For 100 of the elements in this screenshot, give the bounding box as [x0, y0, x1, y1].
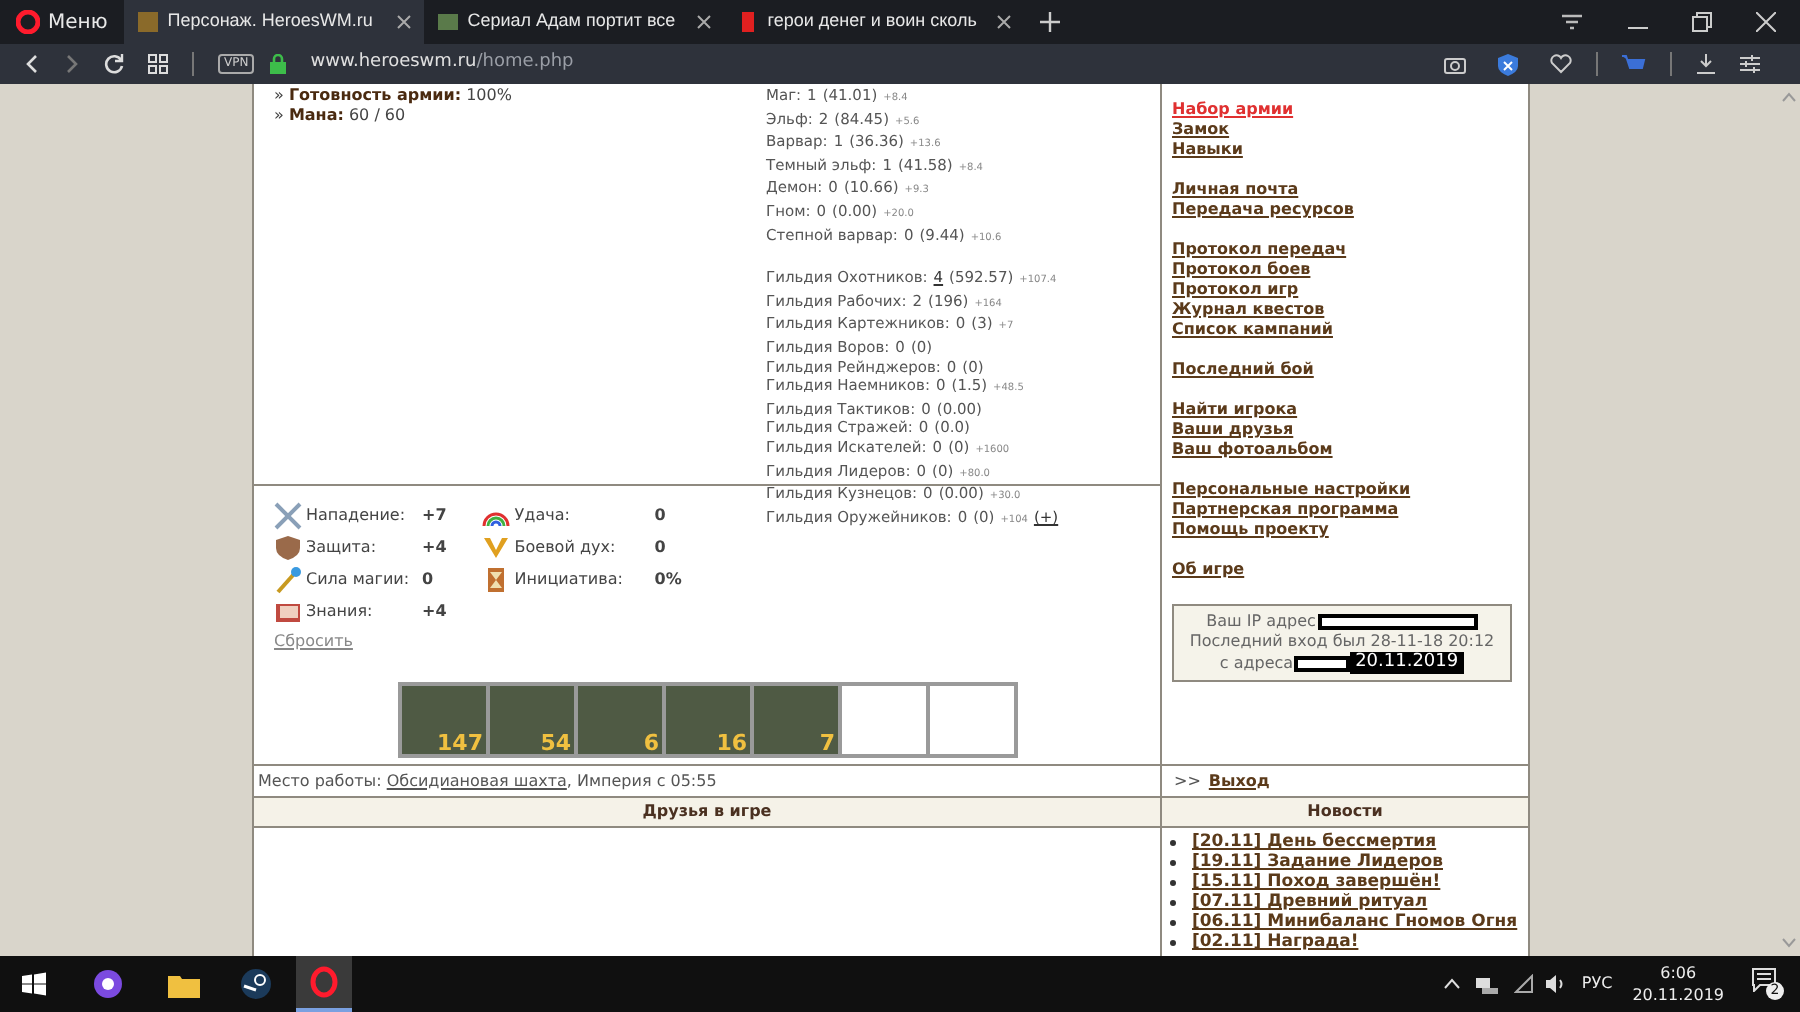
work-info: , Империя с 05:55: [566, 769, 717, 793]
logout-marker: >>: [1174, 769, 1201, 793]
address-field[interactable]: www.heroeswm.ru/home.php: [310, 50, 574, 78]
language-indicator[interactable]: РУС: [1581, 972, 1613, 996]
attribute-label: Сила магии:: [306, 568, 412, 592]
attribute-label: Нападение:: [306, 504, 408, 528]
unit-count: 54: [540, 732, 571, 754]
book-icon: [274, 598, 302, 626]
message-icon: [1752, 968, 1776, 992]
folder-icon[interactable]: [168, 971, 200, 997]
menu-link[interactable]: Найти игрока: [1172, 400, 1298, 420]
news-link[interactable]: [07.11] Древний ритуал: [1192, 892, 1428, 912]
menu-link[interactable]: Список кампаний: [1172, 320, 1333, 340]
date-stamp: 20.11.2019: [1349, 652, 1465, 674]
unit-portrait[interactable]: 6: [577, 686, 661, 754]
news-link[interactable]: [02.11] Награда!: [1192, 932, 1359, 952]
opera-logo-icon: [16, 10, 40, 34]
menu-link[interactable]: Ваш фотоальбом: [1172, 440, 1333, 460]
section-header: Новости: [1162, 798, 1528, 828]
unit-portrait[interactable]: 54: [489, 686, 573, 754]
menu-button[interactable]: Меню: [0, 0, 124, 44]
cart-icon[interactable]: [1622, 54, 1646, 74]
clock-date: 20.11.2019: [1632, 984, 1724, 1006]
stat-line: » Мана: 60 / 60: [274, 106, 408, 126]
taskbar-app-button[interactable]: [296, 956, 352, 1012]
new-tab-icon[interactable]: [1039, 12, 1060, 32]
close-icon[interactable]: [1756, 12, 1776, 32]
menu-link[interactable]: Ваши друзья: [1172, 420, 1294, 440]
reload-icon[interactable]: [104, 54, 124, 74]
menu-link[interactable]: Последний бой: [1172, 360, 1314, 380]
news-link[interactable]: [06.11] Минибаланс Гномов Огня: [1192, 912, 1518, 932]
shield-icon[interactable]: [1498, 53, 1518, 75]
volume-icon[interactable]: [1545, 974, 1566, 994]
redaction-bar: [1293, 655, 1350, 671]
news-link[interactable]: [20.11] День бессмертия: [1192, 832, 1437, 852]
bullet-icon: [1170, 939, 1176, 945]
steam-icon[interactable]: [240, 968, 272, 1000]
unit-portrait[interactable]: 147: [401, 686, 485, 754]
logout-link[interactable]: Выход: [1208, 769, 1270, 793]
assistant-circle-icon[interactable]: [92, 968, 124, 1000]
menu-link[interactable]: Личная почта: [1172, 180, 1299, 200]
unit-portrait[interactable]: 16: [665, 686, 749, 754]
menu-link[interactable]: Протокол боев: [1172, 260, 1311, 280]
bullet-icon: [1170, 879, 1176, 885]
bullet-icon: [1170, 919, 1176, 925]
menu-link[interactable]: Передача ресурсов: [1172, 200, 1354, 220]
chevron-up-icon[interactable]: [1443, 978, 1460, 990]
ip-label: Ваш IP адрес: [1206, 612, 1316, 632]
tab-title: Сериал Адам портит все: [467, 8, 678, 35]
settings-icon[interactable]: [1740, 54, 1760, 74]
tab-favicon-icon: [135, 10, 160, 34]
news-link[interactable]: [15.11] Поход завершён!: [1192, 872, 1441, 892]
windows-logo-icon[interactable]: [22, 972, 46, 996]
unit-count: 6: [643, 732, 659, 754]
last-login-text: Последний вход был 28-11-18 20:12: [1189, 632, 1495, 652]
menu-link[interactable]: Журнал квестов: [1172, 300, 1325, 320]
wand-icon: [274, 566, 302, 594]
attribute-value: 0: [654, 536, 666, 560]
attribute-value: 0: [654, 504, 666, 528]
browser-tab[interactable]: Персонаж. HeroesWM.ru: [123, 0, 424, 44]
menu-link[interactable]: Персональные настройки: [1172, 480, 1411, 500]
close-icon[interactable]: [695, 14, 712, 30]
bullet-icon: [1170, 859, 1176, 865]
reset-link[interactable]: Сбросить: [274, 630, 353, 654]
heart-icon[interactable]: [1550, 54, 1572, 74]
unit-count: 7: [819, 732, 835, 754]
attribute-label: Защита:: [306, 536, 379, 560]
clock[interactable]: 6:06 20.11.2019: [1632, 962, 1724, 1006]
menu-link[interactable]: Навыки: [1172, 140, 1243, 160]
close-icon[interactable]: [395, 14, 412, 30]
tab-title: Персонаж. HeroesWM.ru: [167, 8, 375, 35]
news-link[interactable]: [19.11] Задание Лидеров: [1192, 852, 1443, 872]
menu-link[interactable]: Набор армии: [1172, 100, 1294, 120]
stat-line: » Готовность армии: 100%: [274, 86, 514, 106]
attribute-label: Знания:: [306, 600, 375, 624]
menu-link[interactable]: Партнерская программа: [1172, 500, 1399, 520]
menu-link[interactable]: Протокол игр: [1172, 280, 1299, 300]
wifi-icon[interactable]: [1513, 974, 1534, 994]
restore-icon[interactable]: [1692, 12, 1712, 32]
crossed-swords-icon: [274, 502, 302, 530]
menu-link[interactable]: Помощь проекту: [1172, 520, 1329, 540]
menu-link[interactable]: Замок: [1172, 120, 1230, 140]
network-icon[interactable]: [1475, 975, 1498, 993]
menu-link[interactable]: Об игре: [1172, 560, 1245, 580]
menu-link[interactable]: Протокол передач: [1172, 240, 1347, 260]
forward-icon[interactable]: [64, 54, 80, 74]
attribute-value: +7: [422, 504, 447, 528]
ip-label: с адреса: [1219, 653, 1294, 673]
download-icon[interactable]: [1696, 54, 1716, 74]
tab-menu-icon[interactable]: [1560, 12, 1584, 32]
section-header: Друзья в игре: [254, 798, 1162, 828]
grid-icon[interactable]: [148, 54, 168, 74]
attribute-value: 0: [422, 568, 434, 592]
unit-portrait[interactable]: 7: [753, 686, 837, 754]
workplace-link[interactable]: Обсидиановая шахта: [386, 769, 567, 793]
opera-logo-icon: [310, 966, 338, 998]
close-icon[interactable]: [995, 14, 1012, 30]
unit-count: 147: [437, 732, 483, 754]
camera-icon[interactable]: [1444, 54, 1466, 74]
back-icon[interactable]: [24, 54, 40, 74]
